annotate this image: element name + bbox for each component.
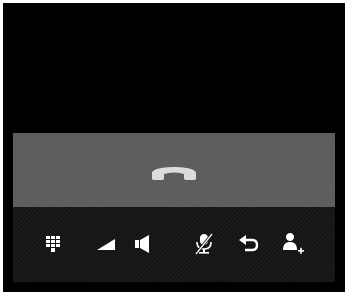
hold-button[interactable]	[234, 229, 264, 259]
add-person-icon	[283, 233, 304, 254]
dialpad-button[interactable]	[38, 229, 68, 259]
return-arrow-icon	[239, 235, 259, 252]
dialpad-icon	[46, 236, 60, 252]
add-call-button[interactable]	[278, 229, 308, 259]
in-call-controls-bar	[13, 207, 335, 282]
speaker-button[interactable]	[128, 229, 158, 259]
audio-level-button[interactable]	[91, 229, 121, 259]
mute-button[interactable]	[189, 229, 219, 259]
end-call-handset-icon	[152, 167, 196, 180]
mic-off-icon	[194, 233, 214, 255]
call-screen	[3, 3, 345, 292]
signal-wedge-icon	[97, 239, 115, 250]
end-call-button[interactable]	[13, 133, 335, 207]
speaker-icon	[135, 235, 149, 253]
